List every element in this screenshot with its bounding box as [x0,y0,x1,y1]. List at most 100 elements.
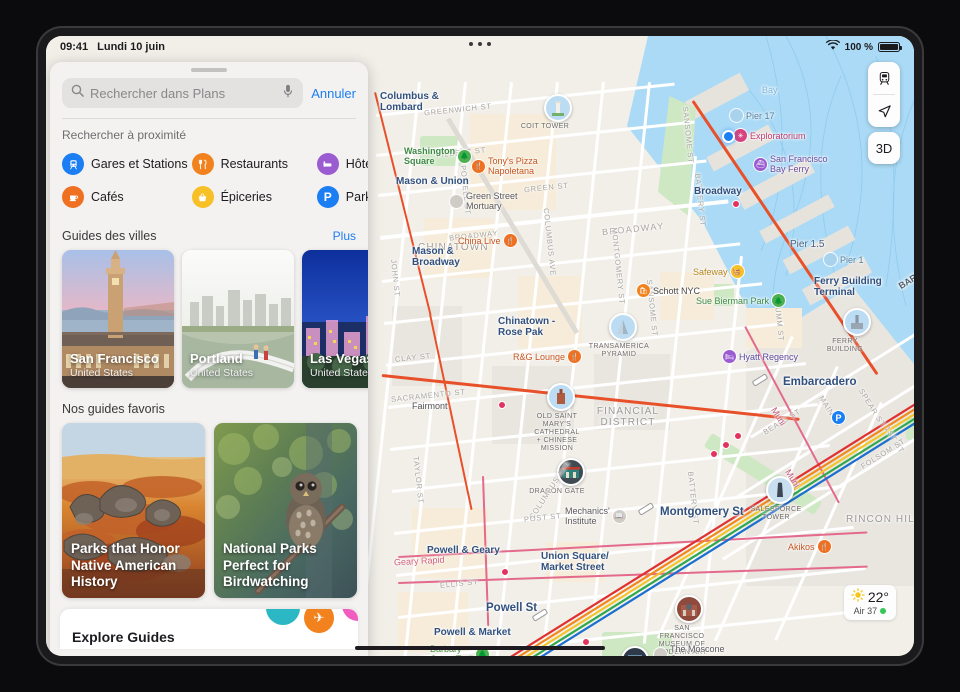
poi-label: R&G Lounge [513,351,566,362]
fav-card-title: Parks that Honor Native American History [71,541,180,589]
city-card-san-francisco[interactable]: San Francisco United States [62,250,174,388]
fav-guides-carousel[interactable]: Parks that Honor Native American History [50,423,368,598]
restaurant-icon: 🍴 [503,234,517,247]
transit-button[interactable] [868,62,900,94]
poi-sue-bierman-park[interactable]: Sue Bierman Park 🌲 [696,294,786,307]
category-hotels[interactable]: Hôtels [316,153,368,175]
transit-stop-label: Powell & Market [434,627,511,638]
landmark-caption: COIT TOWER [520,123,570,130]
category-cafes[interactable]: Cafés [62,186,188,208]
landmark-caption: DRAGON GATE [529,488,585,495]
bart-stop-dot [732,200,740,208]
poi-rg-lounge[interactable]: R&G Lounge 🍴 [513,350,582,363]
restaurant-icon: 🍴 [472,159,485,173]
pier-icon [730,109,743,122]
category-restaurants[interactable]: Restaurants [191,153,313,175]
restaurant-icon: 🍴 [817,540,831,553]
landmark-sfmoma[interactable] [675,595,703,623]
poi-sf-bay-ferry[interactable]: ⛴ San Francisco Bay Ferry [754,154,828,174]
city-guides-carousel[interactable]: San Francisco United States Portland Uni… [50,250,368,388]
cancel-button[interactable]: Annuler [311,86,356,101]
search-placeholder: Rechercher dans Plans [90,85,226,101]
poi-label: Green Street Mortuary [466,191,518,211]
city-card-caption: San Francisco United States [70,350,168,379]
poi-hyatt-regency[interactable]: 🛏 Hyatt Regency [723,350,798,363]
poi-china-live[interactable]: China Live 🍴 [458,234,517,247]
home-indicator[interactable] [355,646,605,650]
poi-exploratorium[interactable]: ✳ Exploratorium [734,129,806,142]
poi-label: Mechanics' Institute [565,506,610,526]
search-input[interactable]: Rechercher dans Plans [62,78,304,108]
city-name: San Francisco [70,350,159,366]
bart-stop-dot [498,401,506,409]
category-epiceries[interactable]: Épiceries [191,186,313,208]
landmark-ferry-building[interactable] [843,308,871,336]
hotel-bed-icon [316,153,339,175]
weather-widget[interactable]: 22° Air 37 [843,585,896,620]
weather-temperature: 22° [867,588,889,605]
poi-label: The MosconeCenter [670,644,725,656]
city-name: Las Vegas [310,350,368,366]
city-card-portland[interactable]: Portland United States [182,250,294,388]
poi-pier-1[interactable]: Pier 1 [824,253,864,266]
locate-button[interactable] [868,95,900,127]
poi-green-street-mortuary[interactable]: Green Street Mortuary [450,191,518,211]
search-icon [71,84,84,102]
category-label: Hôtels [345,157,368,171]
poi-akikos[interactable]: Akikos 🍴 [788,540,831,553]
poi-washington-square[interactable]: Washington Square 🌲 [404,146,472,166]
camera-sensor-dots [469,42,491,46]
city-guides-more-link[interactable]: Plus [333,229,356,243]
ferry-icon: ⛴ [754,157,767,171]
explore-guides-title: Explore Guides [72,629,175,645]
search-row: Rechercher dans Plans Annuler [50,76,368,118]
transit-stop-label: Columbus & Lombard [380,91,439,113]
restaurant-icon: 🍴 [568,350,582,363]
fav-card-native-american-parks[interactable]: Parks that Honor Native American History [62,423,205,598]
category-parkings[interactable]: P Parkings [316,186,368,208]
explore-guides-card[interactable]: ✈ Explore Guides [60,609,358,649]
fav-card-title: National Parks Perfect for Birdwatching [223,541,317,589]
category-gares-et-stations[interactable]: Gares et Stations [62,153,188,175]
museum-icon: ✳ [734,129,747,142]
microphone-icon[interactable] [282,84,294,103]
poi-label: Washington Square [404,146,456,166]
hotel-bed-icon: 🛏 [723,350,736,363]
grocery-basket-icon: 🧺 [730,265,744,278]
poi-mechanics-institute[interactable]: Mechanics' Institute 📖 [565,506,626,526]
city-card-las-vegas[interactable]: Las Vegas United States [302,250,368,388]
park-icon: 🌲 [458,149,472,163]
poi-tonys-pizza[interactable]: 🍴 Tony's Pizza Napoletana [472,156,538,176]
bart-stop-dot [722,441,730,449]
poi-safeway[interactable]: Safeway 🧺 [693,265,744,278]
landmark-old-saint-marys[interactable] [547,383,575,411]
three-d-toggle[interactable]: 3D [868,132,900,164]
fav-card-birdwatching[interactable]: National Parks Perfect for Birdwatching [214,423,357,598]
landmark-caption: TRANSAMERICA PYRAMID [588,343,650,359]
restaurant-icon [191,153,214,175]
landmark-transamerica-pyramid[interactable] [609,313,637,341]
parking-marker[interactable]: P [831,410,846,425]
sun-icon [851,588,865,605]
poi-moscone-center[interactable]: The MosconeCenter [654,644,725,656]
panel-grabber[interactable] [191,68,227,72]
map-control-stack [868,62,900,127]
device-screen: COIT TOWER TRANSAMERICA PYRAMID OLD SAINT… [46,36,914,656]
poi-label: San Francisco Bay Ferry [770,154,828,174]
three-d-label: 3D [875,140,893,156]
category-grid: Gares et Stations Restaurants Hôtels [50,149,368,218]
library-icon: 📖 [612,509,626,523]
decorative-blob-orange: ✈ [304,609,334,633]
city-country: United States [310,367,368,379]
poi-pier-17[interactable]: Pier 17 [730,109,775,122]
poi-label: Safeway [693,266,728,277]
landmark-coit-tower[interactable] [544,94,572,122]
poi-schott-nyc[interactable]: 🛍 Schott NYC [637,284,700,297]
poi-label: Tony's Pizza Napoletana [488,156,538,176]
category-label: Cafés [91,190,124,204]
sidebar-scroll-area[interactable]: Rechercher à proximité Gares et Stations… [50,119,368,656]
city-name: Portland [190,350,243,366]
landmark-caption: SALESFORCE TOWER [750,506,802,522]
transit-line-label: Fairmont [412,401,448,411]
category-label: Gares et Stations [91,157,188,171]
